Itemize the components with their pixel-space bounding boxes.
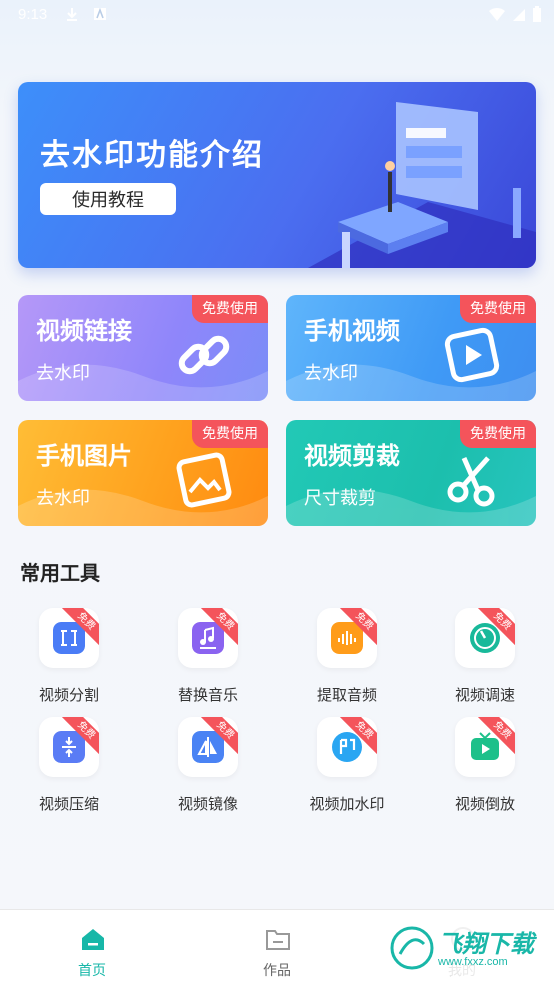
free-tag: 免费使用 [460, 295, 536, 323]
play-icon [444, 327, 500, 383]
banner-title: 去水印功能介绍 [40, 138, 264, 173]
tutorial-button[interactable]: 使用教程 [40, 183, 176, 215]
card-title: 手机图片 [36, 442, 132, 470]
tool-video-speed[interactable]: 免费 视频调速 [430, 608, 540, 708]
tool-video-watermark[interactable]: 免费 视频加水印 [292, 717, 402, 817]
tool-icon-box: 免费 [455, 717, 515, 777]
nav-works[interactable]: 作品 [217, 910, 337, 984]
watermark-url: www.fxxz.com [438, 956, 508, 968]
card-subtitle: 去水印 [36, 363, 90, 384]
tool-label: 视频压缩 [38, 795, 99, 813]
card-subtitle: 去水印 [304, 363, 358, 384]
card-subtitle: 去水印 [36, 488, 90, 509]
tool-icon-box: 免费 [317, 608, 377, 668]
tool-icon-box: 免费 [39, 608, 99, 668]
tool-icon-box: 免费 [39, 717, 99, 777]
free-tag: 免费使用 [460, 420, 536, 448]
tool-label: 提取音频 [316, 686, 377, 704]
link-icon [178, 335, 230, 375]
card-title: 手机视频 [304, 317, 400, 345]
tool-extract-audio[interactable]: 免费 提取音频 [292, 608, 402, 708]
wifi-icon [489, 7, 505, 21]
battery-icon [533, 6, 541, 22]
tool-video-mirror[interactable]: 免费 视频镜像 [153, 717, 263, 817]
banner-illustration [308, 102, 536, 268]
tool-icon-box: 免费 [178, 608, 238, 668]
card-video-crop[interactable]: 免费使用 视频剪裁 尺寸裁剪 [286, 420, 536, 526]
tool-label: 视频分割 [38, 686, 99, 704]
site-watermark: 飞翔下载 www.fxxz.com [386, 920, 546, 976]
status-bar: 9:13 [0, 0, 554, 32]
signal-icon [513, 9, 525, 21]
promo-banner[interactable]: 去水印功能介绍 使用教程 [18, 82, 536, 268]
tool-label: 视频调速 [454, 686, 515, 704]
free-tag: 免费使用 [192, 420, 268, 448]
nav-home[interactable]: 首页 [32, 910, 152, 984]
tool-video-reverse[interactable]: 免费 视频倒放 [430, 717, 540, 817]
tool-video-compress[interactable]: 免费 视频压缩 [14, 717, 124, 817]
nav-label: 首页 [78, 963, 106, 979]
tool-label: 视频镜像 [177, 795, 238, 813]
tools-section-title: 常用工具 [20, 561, 100, 585]
status-right [488, 6, 542, 22]
tool-label: 视频加水印 [309, 795, 385, 813]
card-video-link[interactable]: 免费使用 视频链接 去水印 [18, 295, 268, 401]
nav-label: 作品 [263, 963, 291, 979]
tool-video-split[interactable]: 免费 视频分割 [14, 608, 124, 708]
card-phone-image[interactable]: 免费使用 手机图片 去水印 [18, 420, 268, 526]
scissors-icon [447, 456, 495, 507]
card-title: 视频剪裁 [304, 442, 400, 470]
status-time: 9:13 [18, 6, 48, 23]
tool-label: 视频倒放 [454, 795, 515, 813]
download-icon [67, 8, 77, 21]
card-title: 视频链接 [36, 317, 132, 345]
free-tag: 免费使用 [192, 295, 268, 323]
tool-replace-music[interactable]: 免费 替换音乐 [153, 608, 263, 708]
image-icon [176, 452, 232, 508]
tool-label: 替换音乐 [177, 686, 238, 704]
watermark-logo-icon [390, 926, 434, 970]
notification-a-icon [94, 7, 106, 20]
card-subtitle: 尺寸裁剪 [304, 488, 376, 509]
card-phone-video[interactable]: 免费使用 手机视频 去水印 [286, 295, 536, 401]
home-icon [82, 929, 104, 950]
tool-icon-box: 免费 [455, 608, 515, 668]
tool-icon-box: 免费 [317, 717, 377, 777]
folder-icon [266, 930, 290, 950]
watermark-text: 飞翔下载 [438, 930, 534, 958]
tool-icon-box: 免费 [178, 717, 238, 777]
